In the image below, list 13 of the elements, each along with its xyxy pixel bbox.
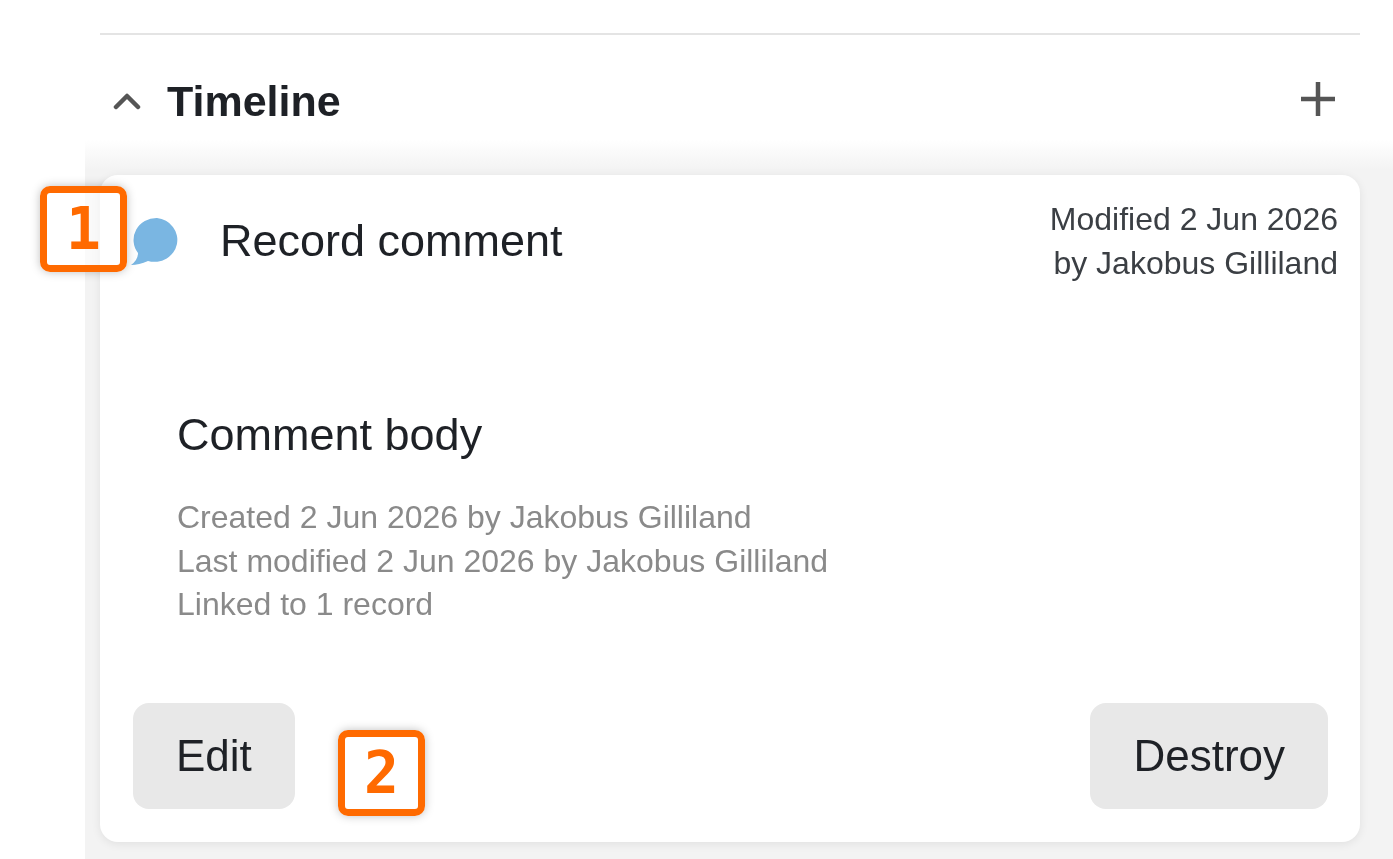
comment-body: Comment body (177, 408, 484, 462)
meta-line: Linked to 1 record (177, 585, 435, 624)
chevron-up-icon[interactable] (113, 92, 141, 110)
callout-marker: 2 (338, 730, 425, 816)
meta-line: Last modified 2 Jun 2026 by Jakobus Gilliland (177, 541, 830, 581)
meta-line: Created 2 Jun 2026 by Jakobus Gilliland (177, 498, 753, 537)
entry-title: Record comment (220, 214, 563, 268)
callout-marker: 1 (40, 186, 127, 272)
action-button[interactable]: Destroy (1090, 703, 1328, 809)
plus-icon[interactable] (1300, 81, 1336, 117)
section-title: Timeline (167, 76, 341, 126)
action-button[interactable]: Edit (133, 703, 295, 809)
modified-info: Modified 2 Jun 2026 by Jakobus Gilliland (1048, 200, 1338, 283)
